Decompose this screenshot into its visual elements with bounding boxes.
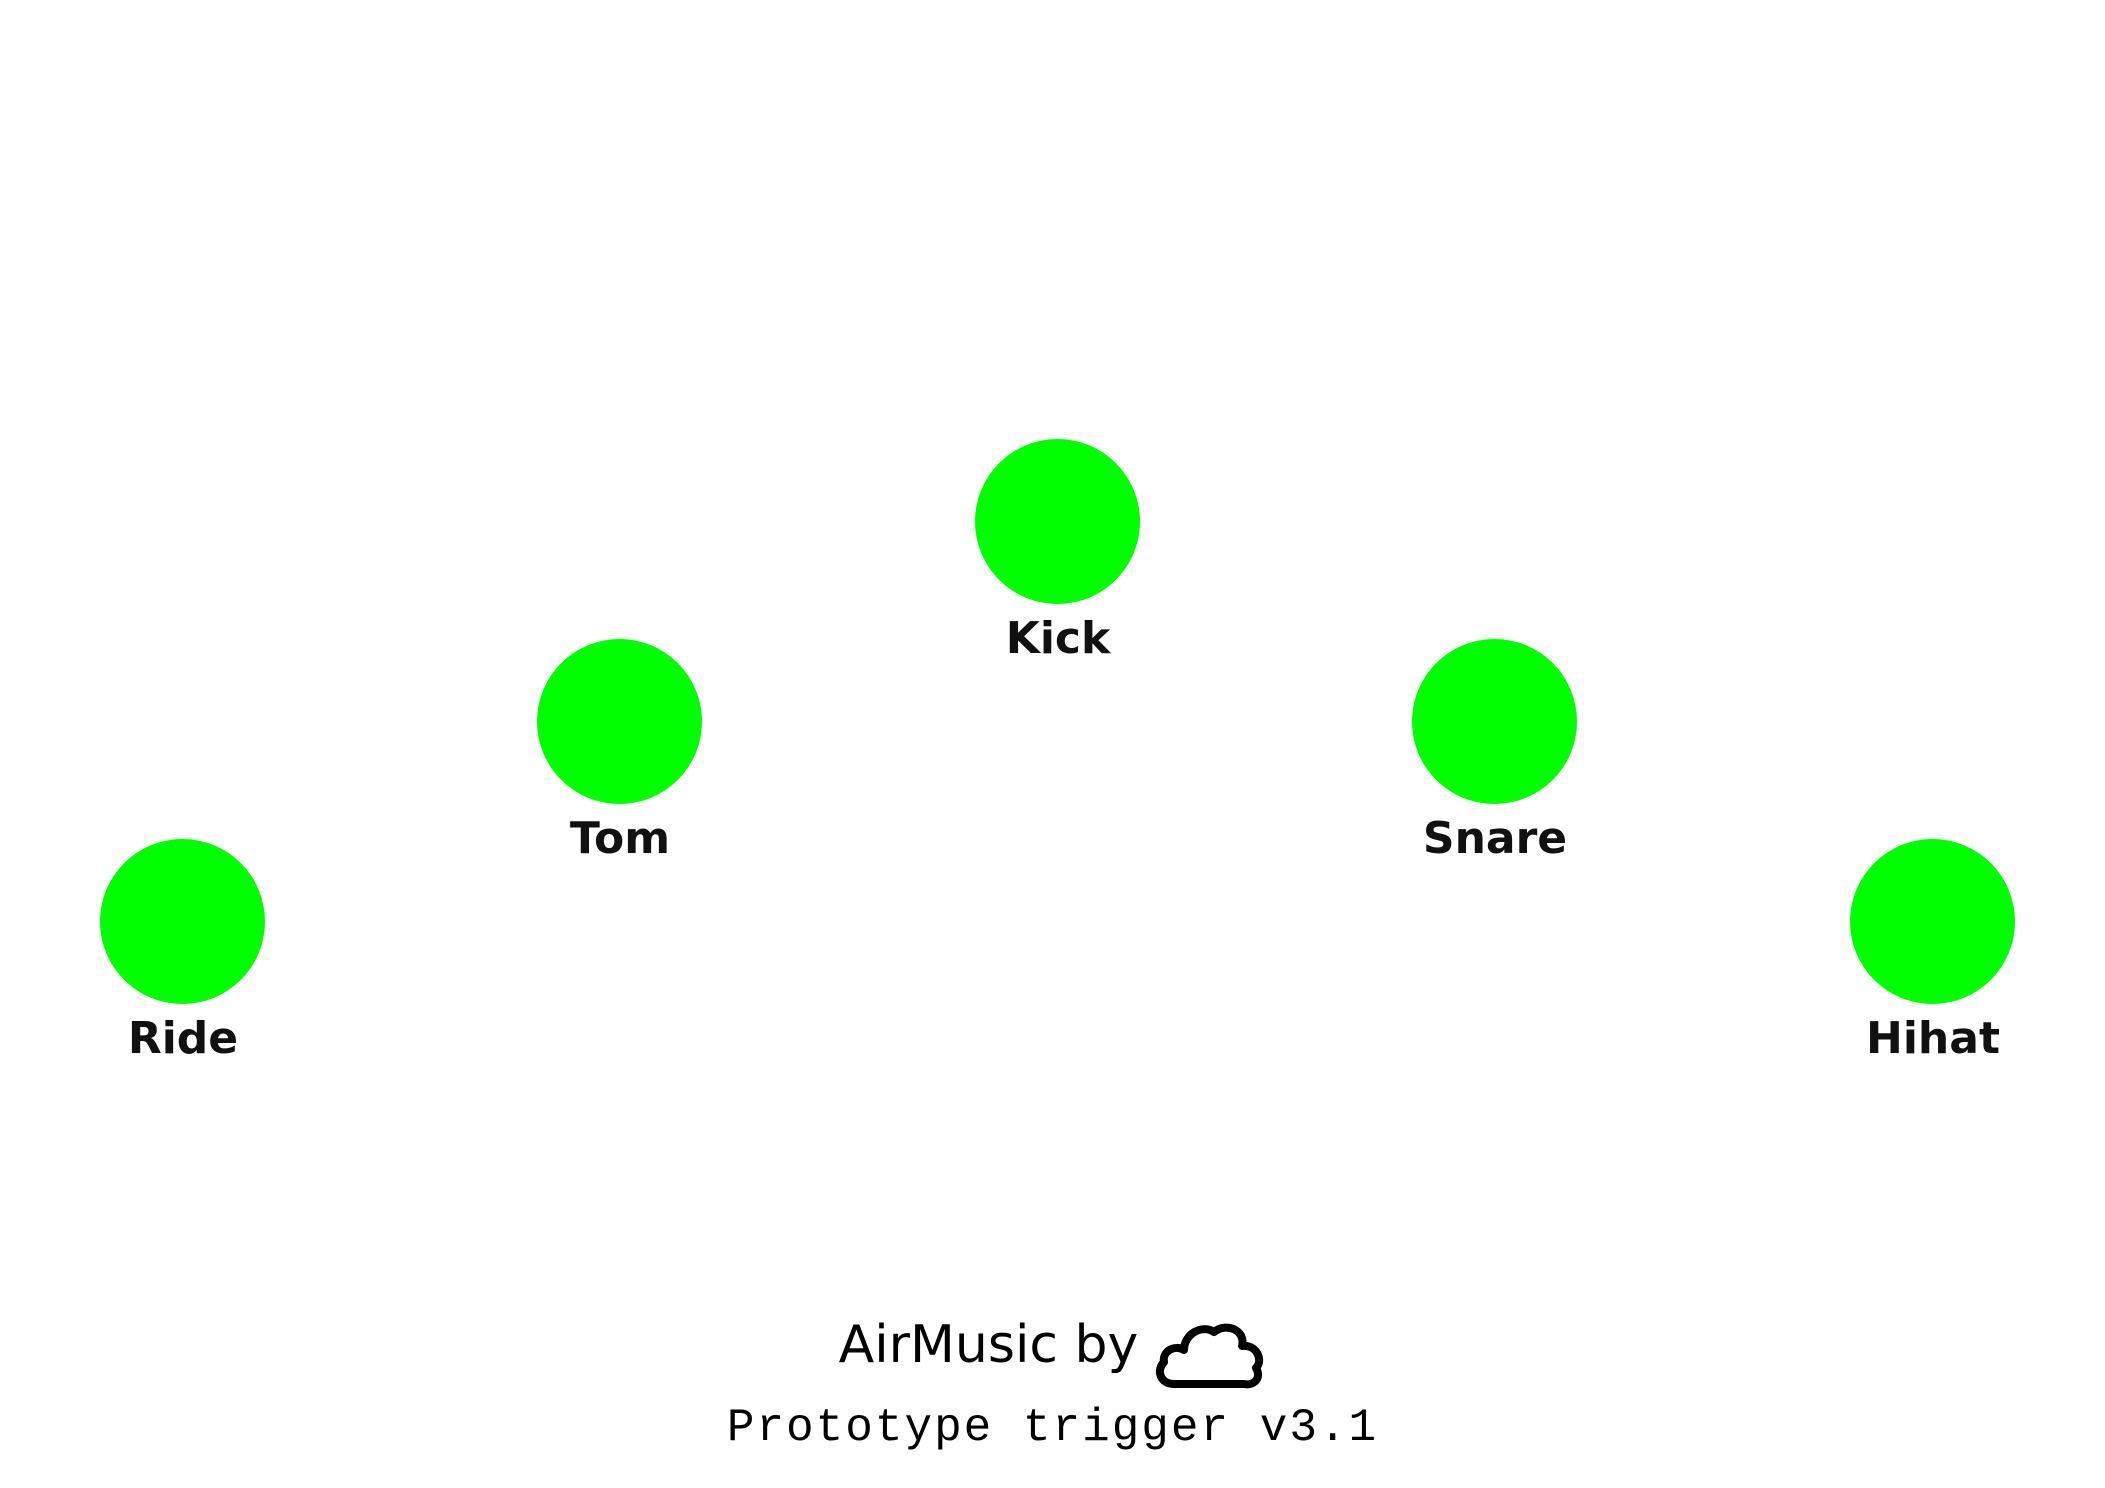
version-label: Prototype trigger v3.1 (726, 1402, 1379, 1454)
pad-tom[interactable] (537, 639, 702, 804)
pad-label-ride: Ride (127, 1013, 239, 1064)
pad-label-snare: Snare (1422, 813, 1568, 864)
pad-label-tom: Tom (569, 813, 671, 864)
pad-label-kick: Kick (1005, 613, 1111, 664)
cloud-icon (1154, 1312, 1266, 1392)
pad-kick[interactable] (975, 439, 1140, 604)
pad-snare[interactable] (1412, 639, 1577, 804)
pad-label-hihat: Hihat (1866, 1013, 2000, 1064)
pad-ride[interactable] (100, 839, 265, 1004)
brand-footer: AirMusic by (0, 1298, 2105, 1392)
pad-hihat[interactable] (1850, 839, 2015, 1004)
brand-title: AirMusic by (838, 1315, 1139, 1375)
